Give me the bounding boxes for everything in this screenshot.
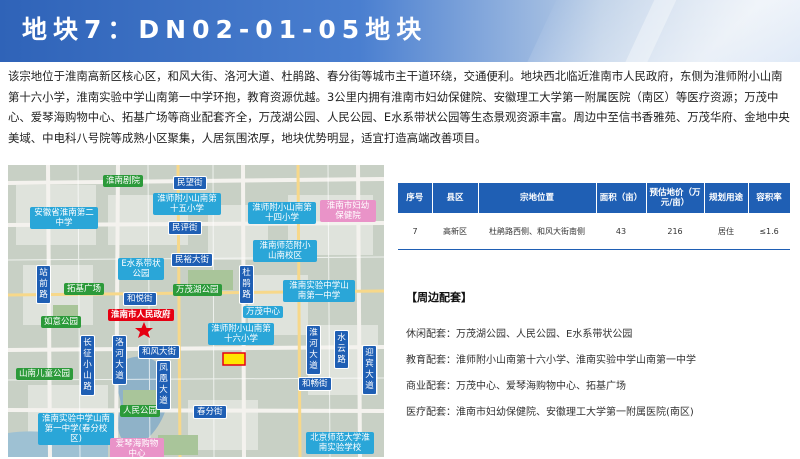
th-area: 面积（亩） [596,183,647,213]
map-label-huaishi-exp: 淮南实验中学山南第一中学(春分校区) [38,413,114,445]
map-label-ruyi-park: 如意公园 [41,316,82,328]
map-label-renmin-park: 人民公园 [120,405,161,417]
map-label-hefeng-jie: 和风大街 [138,345,181,359]
td-area: 43 [596,213,646,250]
td-index: 7 [398,213,432,250]
amenity-key: 商业配套： [406,381,456,392]
map-label-huaishi-high: 淮南实验中学山南第一中学 [283,280,355,302]
parcel-dn02-01-05 [222,352,246,366]
th-usage: 规划用途 [704,183,749,213]
map-label-huainan-jusheng: 淮南剧院 [103,175,144,187]
th-index: 序号 [398,183,433,213]
location-map: 淮南剧院 民望街 安徽省淮南第二中学 淮师附小山南第十五小学 淮师附小山南第十四… [8,165,384,457]
amenity-value: 万茂中心、爱琴海购物中心、拓基广场 [456,381,626,392]
map-label-huaishi-14: 淮师附小山南第十四小学 [248,202,316,224]
amenity-value: 淮师附小山南第十六小学、淮南实验中学山南第一中学 [456,355,696,366]
map-label-minwang-jie: 民望街 [173,176,207,190]
map-label-huaishi-15: 淮师附小山南第十五小学 [153,193,221,215]
amenity-commerce: 商业配套：万茂中心、爱琴海购物中心、拓基广场 [406,377,626,392]
th-far: 容积率 [748,183,791,213]
page-title: 地块7：DN02-01-05地块 [22,15,428,44]
amenity-leisure: 休闲配套：万茂湖公园、人民公园、E水系带状公园 [406,325,632,340]
map-label-xiao-shan: 长征小山路 [80,335,95,396]
map-label-minyu-jie: 民裕大街 [171,253,214,267]
amenity-key: 休闲配套： [406,329,456,340]
td-price: 216 [646,213,704,250]
page-header: 地块7：DN02-01-05地块 [0,0,800,62]
amenity-key: 医疗配套： [406,407,456,418]
map-label-beijing-normal: 北京师范大学淮南实验学校 [306,432,374,454]
map-label-huaishi-16: 淮师附小山南第十六小学 [208,323,274,345]
map-label-e-water-park: E水系带状公园 [118,258,164,280]
map-label-shanquan-park: 山南儿童公园 [16,368,74,380]
map-label-tu-lu: 杜鹃路 [239,265,254,304]
td-location: 杜鹃路西侧、和风大街南侧 [478,213,596,250]
amenity-value: 淮南市妇幼保健院、安徽理工大学第一附属医院(南区) [456,407,694,418]
td-usage: 居住 [704,213,748,250]
map-label-heyin-jie: 和畅街 [298,377,332,391]
intro-paragraph: 该宗地位于淮南高新区核心区，和风大街、洛河大道、杜鹃路、春分街等城市主干道环绕，… [8,69,790,145]
th-price: 预估地价（万元/亩） [646,183,705,213]
map-label-kindergarten: 淮南师范附小山南校区 [253,240,317,262]
map-label-gov: 淮南市人民政府 [108,309,174,321]
map-label-yingbin: 迎宾大道 [362,345,377,395]
map-label-zhanzhan: 站前路 [36,265,51,304]
map-label-shuiyun: 水云路 [334,330,349,369]
amenity-medical: 医疗配套：淮南市妇幼保健院、安徽理工大学第一附属医院(南区) [406,403,694,418]
map-label-fenghuang: 凤凰大道 [156,360,171,410]
amenities-title: 【周边配套】 [406,291,472,304]
map-label-heyuan-jie: 和悦街 [123,292,157,306]
map-label-huaihe: 淮河大道 [306,325,321,375]
map-label-wanmao-center: 万茂中心 [243,306,284,318]
td-district: 高新区 [432,213,478,250]
amenity-education: 教育配套：淮师附小山南第十六小学、淮南实验中学山南第一中学 [406,351,696,366]
map-label-luo-he: 洛河大道 [112,335,127,385]
table-row: 7 高新区 杜鹃路西侧、和风大街南侧 43 216 居住 ≤1.6 [398,213,790,250]
map-label-anhui-high: 安徽省淮南第二中学 [30,207,98,229]
td-far: ≤1.6 [748,213,790,250]
th-district: 县区 [432,183,479,213]
map-label-aiqinhai: 爱琴海购物中心 [110,438,164,457]
amenity-key: 教育配套： [406,355,456,366]
map-label-minqu-jie: 民评街 [168,221,202,235]
map-label-maternal: 淮南市妇幼保健院 [320,200,376,222]
table-header-row: 序号 县区 宗地位置 面积（亩） 预估地价（万元/亩） 规划用途 容积率 [398,183,791,213]
map-label-wanmao-lake: 万茂湖公园 [173,284,222,296]
th-location: 宗地位置 [478,183,597,213]
map-label-tuoji: 拓基广场 [64,283,105,295]
map-label-chunfen-jie: 春分街 [193,405,227,419]
amenity-value: 万茂湖公园、人民公园、E水系带状公园 [456,329,633,340]
parcel-table: 序号 县区 宗地位置 面积（亩） 预估地价（万元/亩） 规划用途 容积率 7 高… [398,183,791,250]
